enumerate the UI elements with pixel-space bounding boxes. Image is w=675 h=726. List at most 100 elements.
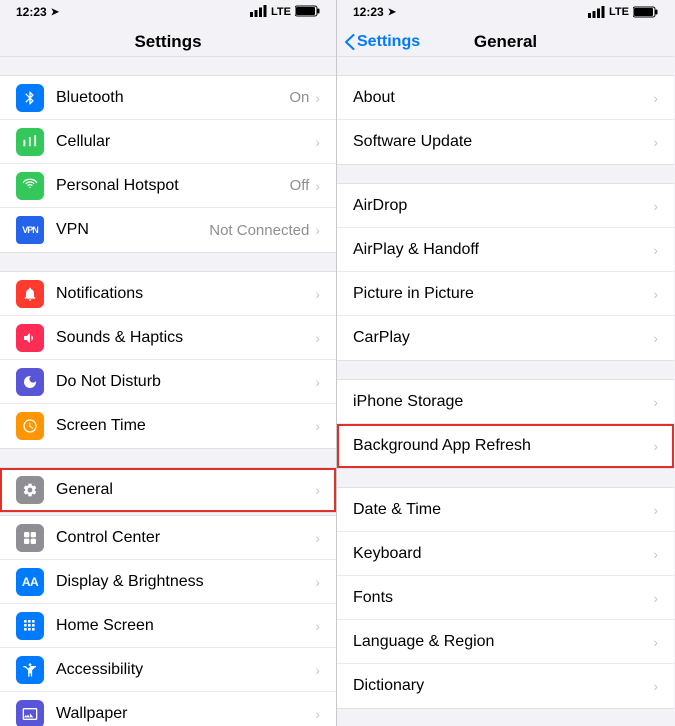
general-item[interactable]: General › <box>0 468 336 512</box>
language-item[interactable]: Language & Region › <box>337 620 674 664</box>
status-right-right: LTE <box>588 6 658 18</box>
bluetooth-chevron: › <box>315 90 320 106</box>
homescreen-icon-bg <box>16 612 44 640</box>
homescreen-chevron: › <box>315 618 320 634</box>
airplay-item[interactable]: AirPlay & Handoff › <box>337 228 674 272</box>
right-settings-list: About › Software Update › AirDrop › AirP… <box>337 57 674 726</box>
general-icon-bg <box>16 476 44 504</box>
left-header: Settings <box>0 24 336 57</box>
picture-label: Picture in Picture <box>353 285 653 303</box>
status-right-left: LTE <box>250 5 320 20</box>
bluetooth-label: Bluetooth <box>56 89 289 107</box>
signal-right <box>588 6 605 18</box>
hotspot-chevron: › <box>315 178 320 194</box>
notifications-group: Notifications › Sounds & Haptics › Do No… <box>0 271 336 449</box>
keyboard-label: Keyboard <box>353 545 653 563</box>
airdrop-item[interactable]: AirDrop › <box>337 184 674 228</box>
right-panel: 12:23 ➤ LTE Settings General About › Sof… <box>337 0 674 726</box>
wallpaper-icon-bg <box>16 700 44 726</box>
right-title: General <box>474 32 537 52</box>
lte-label: LTE <box>271 6 291 18</box>
bluetooth-value: On <box>289 89 309 106</box>
vpn-item-left[interactable]: VPN VPN Not Connected › <box>0 208 336 252</box>
hotspot-icon-bg <box>16 172 44 200</box>
background-refresh-chevron: › <box>653 438 658 454</box>
dictionary-chevron: › <box>653 678 658 694</box>
controlcenter-chevron: › <box>315 530 320 546</box>
iphone-storage-item[interactable]: iPhone Storage › <box>337 380 674 424</box>
status-left: 12:23 ➤ <box>16 5 59 19</box>
general-group: General › <box>0 467 336 513</box>
picture-item[interactable]: Picture in Picture › <box>337 272 674 316</box>
fonts-item[interactable]: Fonts › <box>337 576 674 620</box>
status-left-right: 12:23 ➤ <box>353 5 396 19</box>
accessibility-item[interactable]: Accessibility › <box>0 648 336 692</box>
controlcenter-label: Control Center <box>56 529 315 547</box>
fonts-label: Fonts <box>353 589 653 607</box>
display-chevron: › <box>315 574 320 590</box>
screentime-chevron: › <box>315 418 320 434</box>
right-header: Settings General <box>337 24 674 57</box>
time-left: 12:23 <box>16 5 47 19</box>
battery-icon <box>295 5 320 20</box>
hotspot-item[interactable]: Personal Hotspot Off › <box>0 164 336 208</box>
airplay-chevron: › <box>653 242 658 258</box>
screentime-icon-bg <box>16 412 44 440</box>
fonts-chevron: › <box>653 590 658 606</box>
date-time-item[interactable]: Date & Time › <box>337 488 674 532</box>
homescreen-item[interactable]: Home Screen › <box>0 604 336 648</box>
notifications-icon-bg <box>16 280 44 308</box>
date-time-chevron: › <box>653 502 658 518</box>
keyboard-item[interactable]: Keyboard › <box>337 532 674 576</box>
software-update-chevron: › <box>653 134 658 150</box>
about-group: About › Software Update › <box>337 75 674 165</box>
carplay-label: CarPlay <box>353 329 653 347</box>
keyboard-chevron: › <box>653 546 658 562</box>
cellular-item[interactable]: Cellular › <box>0 120 336 164</box>
general-label: General <box>56 481 315 499</box>
wallpaper-label: Wallpaper <box>56 705 315 723</box>
sounds-icon-bg <box>16 324 44 352</box>
carplay-item[interactable]: CarPlay › <box>337 316 674 360</box>
left-panel: 12:23 ➤ LTE Settings Bluetooth <box>0 0 337 726</box>
date-time-label: Date & Time <box>353 501 653 519</box>
storage-group: iPhone Storage › Background App Refresh … <box>337 379 674 469</box>
bluetooth-icon-bg <box>16 84 44 112</box>
bluetooth-item[interactable]: Bluetooth On › <box>0 76 336 120</box>
vpn-chevron-left: › <box>315 222 320 238</box>
screentime-label: Screen Time <box>56 417 315 435</box>
airdrop-chevron: › <box>653 198 658 214</box>
vpn-label-left: VPN <box>56 221 209 239</box>
wallpaper-chevron: › <box>315 706 320 722</box>
left-settings-list: Bluetooth On › Cellular › Personal Hotsp… <box>0 57 336 726</box>
controlcenter-item[interactable]: Control Center › <box>0 516 336 560</box>
display-item[interactable]: AA Display & Brightness › <box>0 560 336 604</box>
cellular-label: Cellular <box>56 133 315 151</box>
sounds-label: Sounds & Haptics <box>56 329 315 347</box>
back-button[interactable]: Settings <box>345 33 420 51</box>
accessibility-icon-bg <box>16 656 44 684</box>
display-label: Display & Brightness <box>56 573 315 591</box>
status-bar-left: 12:23 ➤ LTE <box>0 0 336 24</box>
notifications-item[interactable]: Notifications › <box>0 272 336 316</box>
about-chevron: › <box>653 90 658 106</box>
wallpaper-item[interactable]: Wallpaper › <box>0 692 336 726</box>
lte-right: LTE <box>609 6 629 18</box>
airdrop-label: AirDrop <box>353 197 653 215</box>
sounds-chevron: › <box>315 330 320 346</box>
about-item[interactable]: About › <box>337 76 674 120</box>
donotdisturb-item[interactable]: Do Not Disturb › <box>0 360 336 404</box>
cellular-chevron: › <box>315 134 320 150</box>
software-update-item[interactable]: Software Update › <box>337 120 674 164</box>
software-update-label: Software Update <box>353 133 653 151</box>
screentime-item[interactable]: Screen Time › <box>0 404 336 448</box>
dictionary-label: Dictionary <box>353 677 653 695</box>
display-icon-bg: AA <box>16 568 44 596</box>
sounds-item[interactable]: Sounds & Haptics › <box>0 316 336 360</box>
dictionary-item[interactable]: Dictionary › <box>337 664 674 708</box>
donotdisturb-chevron: › <box>315 374 320 390</box>
about-label: About <box>353 89 653 107</box>
accessibility-chevron: › <box>315 662 320 678</box>
accessibility-label: Accessibility <box>56 661 315 679</box>
background-refresh-item[interactable]: Background App Refresh › <box>337 424 674 468</box>
